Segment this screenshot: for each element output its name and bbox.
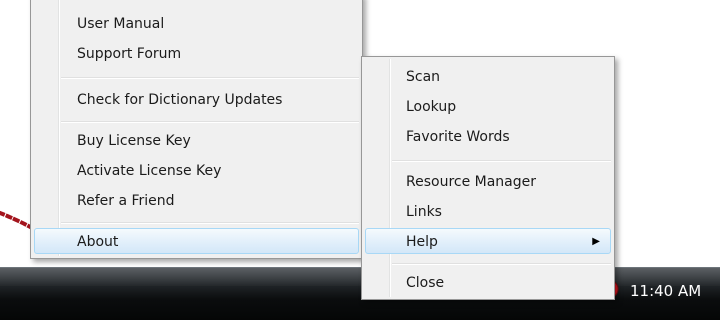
menu-item-label: Buy License Key bbox=[77, 133, 191, 149]
menu-item-scan[interactable]: Scan bbox=[365, 63, 611, 89]
menu-item-label: Favorite Words bbox=[406, 129, 510, 145]
menu-item-label: Close bbox=[406, 275, 445, 291]
menu-item-label: User Manual bbox=[77, 16, 165, 32]
menu-separator bbox=[392, 263, 611, 265]
menu-item-label: Refer a Friend bbox=[77, 193, 175, 209]
menu-separator bbox=[61, 222, 359, 224]
menu-item-label: Lookup bbox=[406, 99, 457, 115]
menu-item-label: Links bbox=[406, 204, 442, 220]
menu-item-label: Support Forum bbox=[77, 46, 182, 62]
menu-item-support-forum[interactable]: Support Forum bbox=[34, 40, 359, 66]
menu-item-lookup[interactable]: Lookup bbox=[365, 93, 611, 119]
menu-item-label: About bbox=[77, 234, 119, 250]
menu-item-user-manual[interactable]: User Manual bbox=[34, 10, 359, 36]
menu-item-label: Scan bbox=[406, 69, 441, 85]
menu-item-activate-license-key[interactable]: Activate License Key bbox=[34, 157, 359, 183]
menu-item-check-updates[interactable]: Check for Dictionary Updates bbox=[34, 86, 359, 112]
menu-item-label: Resource Manager bbox=[406, 174, 537, 190]
menu-item-help[interactable]: Help ▶ bbox=[365, 228, 611, 254]
menu-item-refer-friend[interactable]: Refer a Friend bbox=[34, 187, 359, 213]
menu-item-buy-license-key[interactable]: Buy License Key bbox=[34, 127, 359, 153]
menu-item-label: Help bbox=[406, 234, 438, 250]
menu-item-resource-manager[interactable]: Resource Manager bbox=[365, 168, 611, 194]
menu-item-close[interactable]: Close bbox=[365, 269, 611, 295]
clock[interactable]: 11:40 AM bbox=[630, 282, 701, 300]
submenu-arrow-icon: ▶ bbox=[592, 236, 600, 247]
menu-item-favorite-words[interactable]: Favorite Words bbox=[365, 123, 611, 149]
menu-item-label: Check for Dictionary Updates bbox=[77, 92, 283, 108]
main-context-menu: User Manual Support Forum Check for Dict… bbox=[30, 0, 363, 259]
menu-item-label: Activate License Key bbox=[77, 163, 222, 179]
menu-separator bbox=[61, 121, 359, 123]
menu-separator bbox=[61, 77, 359, 79]
menu-item-about[interactable]: About bbox=[34, 228, 359, 254]
app-context-menu: Scan Lookup Favorite Words Resource Mana… bbox=[361, 56, 615, 300]
menu-separator bbox=[392, 160, 611, 162]
menu-item-links[interactable]: Links bbox=[365, 198, 611, 224]
